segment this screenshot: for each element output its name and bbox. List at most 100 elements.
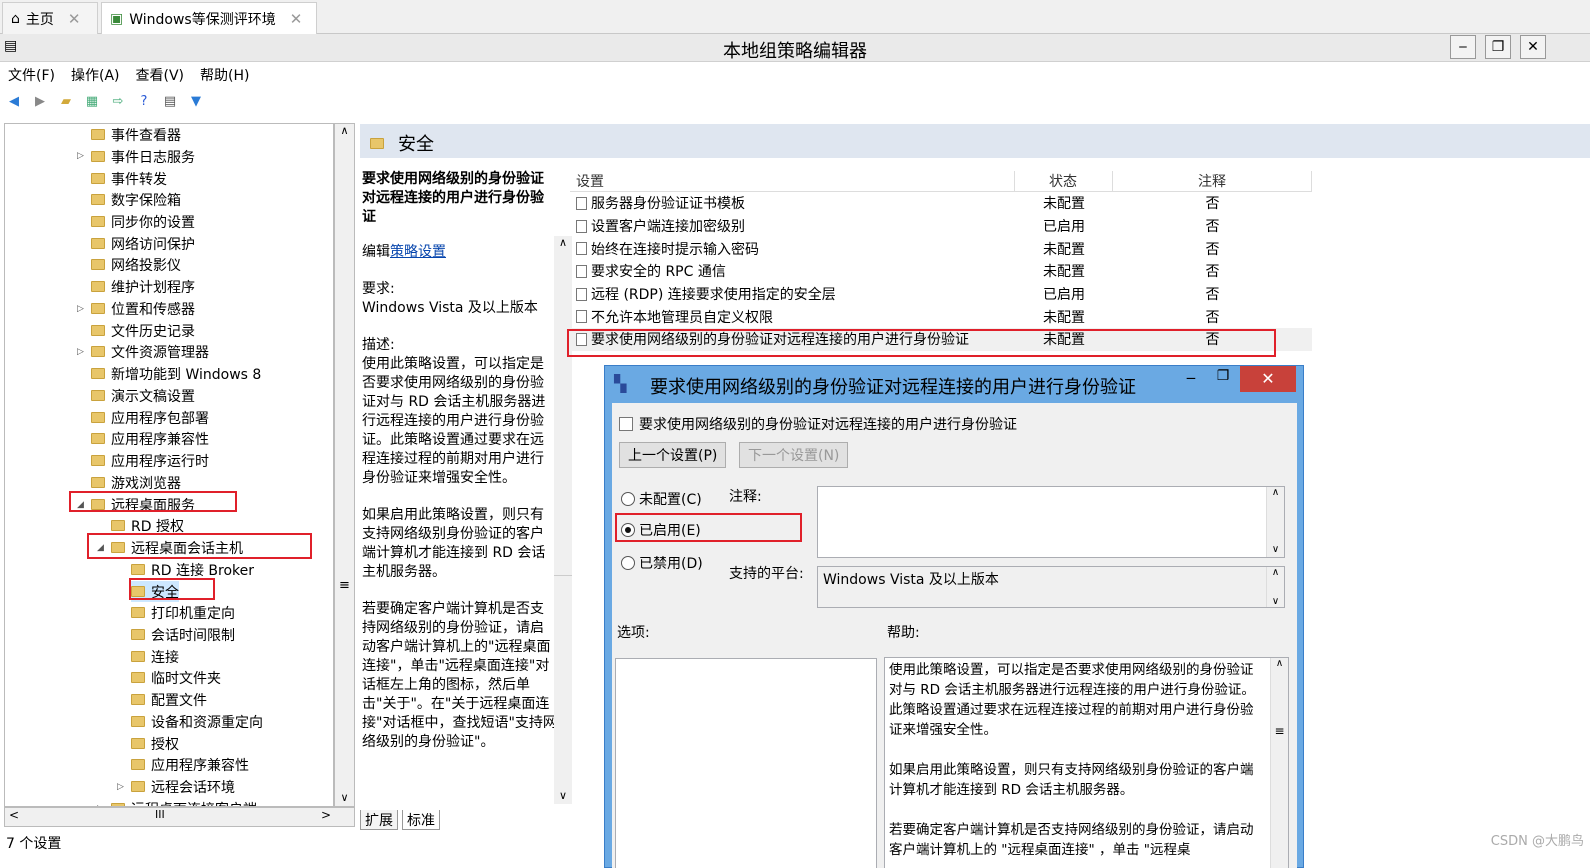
prev-setting-button[interactable]: 上一个设置(P): [619, 442, 727, 468]
tree-item[interactable]: 远程会话环境: [131, 776, 235, 797]
hscroll-thumb[interactable]: III: [155, 808, 165, 821]
tree-item[interactable]: 事件转发: [91, 168, 167, 189]
show-tree-icon[interactable]: ▦: [82, 92, 102, 110]
tree-item[interactable]: 位置和传感器: [91, 298, 195, 319]
close-tab-icon[interactable]: ✕: [290, 10, 303, 28]
help-scrollbar[interactable]: ∧ ≡: [1270, 658, 1288, 868]
scroll-down-icon[interactable]: ∨: [1267, 544, 1284, 555]
tree-item[interactable]: 连接: [131, 646, 179, 667]
tree-item[interactable]: 游戏浏览器: [91, 472, 181, 493]
radio-not-configured[interactable]: 未配置(C): [621, 489, 702, 509]
tree-item[interactable]: 应用程序包部署: [91, 407, 209, 428]
tree-item[interactable]: 数字保险箱: [91, 189, 181, 210]
properties-icon[interactable]: ▤: [160, 92, 180, 110]
list-row[interactable]: 服务器身份验证证书模板 未配置 否: [570, 192, 1312, 215]
scroll-left-icon[interactable]: <: [9, 808, 19, 822]
pane-title-wrap: 安全: [370, 130, 434, 156]
scroll-up-icon[interactable]: ∧: [1267, 487, 1284, 498]
scroll-thumb[interactable]: ≡: [1271, 724, 1288, 738]
tree-item[interactable]: 同步你的设置: [91, 211, 195, 232]
tree-item[interactable]: 授权: [131, 733, 179, 754]
note-scrollbar[interactable]: ∧ ∨: [1266, 487, 1284, 557]
note-textarea[interactable]: ∧ ∨: [817, 486, 1285, 558]
folder-icon: [370, 137, 384, 149]
list-row[interactable]: 始终在连接时提示输入密码 未配置 否: [570, 237, 1312, 260]
maximize-button[interactable]: ❐: [1485, 35, 1511, 59]
up-folder-icon[interactable]: ▰: [56, 92, 76, 110]
tab-active[interactable]: ▣ Windows等保测评环境 ✕: [101, 2, 317, 34]
platform-scrollbar[interactable]: ∧ ∨: [1266, 567, 1284, 607]
menu-help[interactable]: 帮助(H): [200, 65, 249, 85]
back-icon[interactable]: ◀: [4, 92, 24, 110]
tree-item[interactable]: 临时文件夹: [131, 667, 221, 688]
expand-icon[interactable]: ▷: [77, 151, 84, 161]
tree-item[interactable]: 应用程序兼容性: [131, 754, 249, 775]
tree-item[interactable]: 维护计划程序: [91, 276, 195, 297]
col-setting[interactable]: 设置: [570, 170, 1015, 191]
menu-file[interactable]: 文件(F): [8, 65, 55, 85]
scroll-up-icon[interactable]: ∧: [335, 124, 354, 137]
col-note[interactable]: 注释: [1113, 170, 1312, 191]
folder-icon: [91, 455, 105, 466]
export-icon[interactable]: ⇨: [108, 92, 128, 110]
tab-standard[interactable]: 标准: [402, 810, 440, 830]
tree-item[interactable]: 事件日志服务: [91, 146, 195, 167]
list-row[interactable]: 远程 (RDP) 连接要求使用指定的安全层 已启用 否: [570, 283, 1312, 306]
tree-item[interactable]: 网络投影仪: [91, 254, 181, 275]
scroll-up-icon[interactable]: ∧: [1267, 567, 1284, 578]
tab-extended[interactable]: 扩展: [360, 810, 398, 830]
dialog-maximize-button[interactable]: ❐: [1208, 368, 1238, 392]
expand-icon[interactable]: ▷: [77, 347, 84, 357]
tree-label: 连接: [151, 649, 179, 666]
tree-scrollbar[interactable]: ∧ ≡ ∨: [334, 123, 355, 807]
tree-item[interactable]: 文件资源管理器: [91, 341, 209, 362]
help-icon[interactable]: ?: [134, 92, 154, 110]
tree-item[interactable]: 文件历史记录: [91, 320, 195, 341]
col-state[interactable]: 状态: [1015, 170, 1113, 191]
scroll-down-icon[interactable]: ∨: [554, 789, 572, 802]
menu-action[interactable]: 操作(A): [71, 65, 120, 85]
dialog-minimize-button[interactable]: ‒: [1176, 368, 1206, 392]
forward-icon[interactable]: ▶: [30, 92, 50, 110]
close-button[interactable]: ✕: [1520, 35, 1546, 59]
minimize-button[interactable]: ‒: [1450, 35, 1476, 59]
radio-disabled[interactable]: 已禁用(D): [621, 553, 703, 573]
row-note: 否: [1205, 219, 1220, 236]
list-row[interactable]: 不允许本地管理员自定义权限 未配置 否: [570, 305, 1312, 328]
list-row[interactable]: 设置客户端连接加密级别 已启用 否: [570, 215, 1312, 238]
tree-hscrollbar[interactable]: < III >: [4, 807, 355, 827]
filter-icon[interactable]: ▼: [186, 92, 206, 110]
close-tab-icon[interactable]: ✕: [68, 10, 81, 28]
scroll-right-icon[interactable]: >: [321, 808, 331, 822]
scroll-down-icon[interactable]: ∨: [335, 791, 354, 804]
tree-item[interactable]: 配置文件: [131, 689, 207, 710]
tree-item[interactable]: RD 连接 Broker: [131, 559, 254, 580]
policy-icon: [576, 242, 587, 256]
tree-label: 维护计划程序: [111, 279, 195, 296]
scroll-thumb[interactable]: ≡: [335, 578, 354, 593]
expand-icon[interactable]: ▷: [117, 782, 124, 792]
tree-item[interactable]: 会话时间限制: [131, 624, 235, 645]
row-state: 未配置: [1043, 241, 1085, 258]
row-state: 已启用: [1043, 219, 1085, 236]
tree-item[interactable]: 事件查看器: [91, 124, 181, 145]
tree-item[interactable]: 设备和资源重定向: [131, 711, 263, 732]
tree-item[interactable]: 网络访问保护: [91, 233, 195, 254]
list-row[interactable]: 要求安全的 RPC 通信 未配置 否: [570, 260, 1312, 283]
tree-item[interactable]: 远程桌面连接客户端: [111, 798, 257, 806]
tree-item[interactable]: 演示文稿设置: [91, 385, 195, 406]
tree-label: 文件资源管理器: [111, 344, 209, 361]
dialog-close-button[interactable]: ✕: [1240, 366, 1296, 392]
tree-label: 授权: [151, 736, 179, 753]
scroll-down-icon[interactable]: ∨: [1267, 596, 1284, 607]
tree-item[interactable]: 应用程序运行时: [91, 450, 209, 471]
tab-home[interactable]: ⌂ 主页 ✕: [2, 2, 98, 34]
tree-item[interactable]: 应用程序兼容性: [91, 428, 209, 449]
expand-icon[interactable]: ▷: [77, 304, 84, 314]
tree-item[interactable]: 新增功能到 Windows 8: [91, 363, 261, 384]
next-setting-button[interactable]: 下一个设置(N): [739, 442, 849, 468]
tree-item[interactable]: 打印机重定向: [131, 602, 235, 623]
scroll-up-icon[interactable]: ∧: [1271, 658, 1288, 669]
menu-view[interactable]: 查看(V): [136, 65, 185, 85]
policy-settings-link[interactable]: 策略设置: [390, 244, 446, 260]
